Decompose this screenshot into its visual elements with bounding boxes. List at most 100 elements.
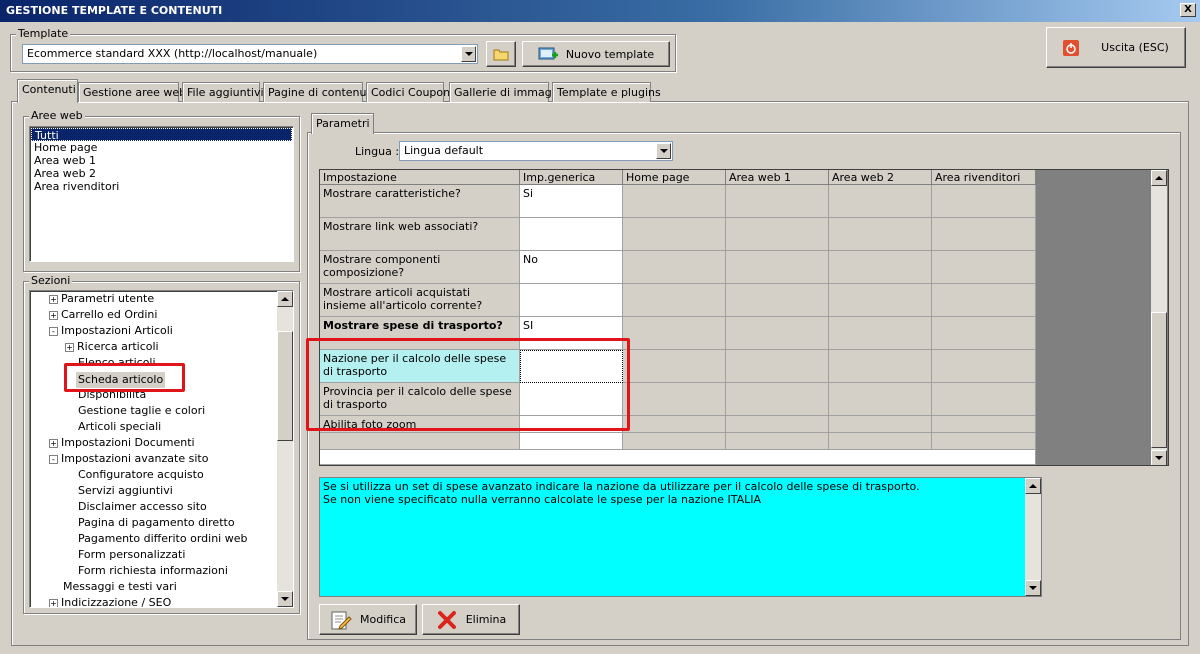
table-row-new[interactable] (320, 450, 1036, 465)
table-cell-empty[interactable] (726, 218, 829, 251)
scroll-down-arrow-icon[interactable] (1151, 450, 1167, 465)
table-cell-empty[interactable] (932, 350, 1036, 383)
tree-item-articoli-speciali[interactable]: Articoli speciali (78, 419, 161, 435)
template-select[interactable]: Ecommerce standard XXX (http://localhost… (22, 44, 478, 64)
table-cell-empty[interactable] (829, 317, 932, 350)
sezioni-tree[interactable]: + Parametri utente + Carrello ed Ordini -I… (29, 290, 294, 608)
table-cell-empty[interactable] (623, 251, 726, 284)
table-cell-empty[interactable] (726, 251, 829, 284)
expand-icon[interactable]: + (65, 342, 74, 352)
table-cell-empty[interactable] (829, 433, 932, 450)
table-cell-empty[interactable] (623, 383, 726, 416)
table-cell-empty[interactable] (829, 185, 932, 218)
table-cell-value[interactable]: Si (520, 185, 623, 218)
tab-file-aggiuntivi[interactable]: File aggiuntivi (182, 82, 264, 102)
table-cell-empty[interactable] (829, 218, 932, 251)
table-cell-empty[interactable] (932, 433, 1036, 450)
tree-item-gestione-taglie-e-colori[interactable]: Gestione taglie e colori (78, 403, 205, 419)
sezioni-scrollbar[interactable] (277, 291, 293, 607)
table-cell-empty[interactable] (932, 383, 1036, 416)
scroll-thumb[interactable] (277, 331, 293, 441)
tab-gallerie-di-immagini[interactable]: Gallerie di immagini (449, 82, 565, 102)
tree-item-ricerca-articoli[interactable]: + Ricerca articoli (65, 339, 159, 355)
description-scrollbar[interactable] (1025, 478, 1041, 596)
chevron-down-icon[interactable] (461, 46, 476, 62)
expand-icon[interactable]: + (49, 598, 58, 607)
table-cell-empty[interactable] (932, 251, 1036, 284)
table-cell-empty[interactable] (932, 416, 1036, 433)
table-cell-empty[interactable] (726, 383, 829, 416)
open-folder-button[interactable] (486, 41, 516, 67)
tree-item-disclaimer-accesso-sito[interactable]: Disclaimer accesso sito (78, 499, 207, 515)
collapse-icon[interactable]: - (49, 454, 58, 464)
tree-item-impostazioni-articoli[interactable]: - Impostazioni Articoli (49, 323, 173, 339)
tree-item-parametri-utente[interactable]: + Parametri utente (49, 291, 154, 307)
tree-item-indicizzazione-seo[interactable]: + Indicizzazione / SEO (49, 595, 171, 607)
tab-contenuti[interactable]: Contenuti (17, 79, 78, 103)
table-cell-empty[interactable] (623, 317, 726, 350)
table-cell-empty[interactable] (623, 185, 726, 218)
scroll-down-arrow-icon[interactable] (1025, 580, 1041, 596)
table-cell-value[interactable]: No (520, 251, 623, 284)
table-cell-empty[interactable] (932, 218, 1036, 251)
table-cell-empty[interactable] (623, 284, 726, 317)
table-cell-value[interactable] (520, 218, 623, 251)
table-cell-value[interactable] (520, 433, 623, 450)
new-template-button[interactable]: Nuovo template (522, 41, 670, 67)
collapse-icon[interactable]: - (49, 326, 58, 336)
table-cell-empty[interactable] (829, 251, 932, 284)
tree-item-carrello-ed-ordini[interactable]: + Carrello ed Ordini (49, 307, 157, 323)
table-cell-empty[interactable] (829, 416, 932, 433)
aree-web-item-tutti[interactable]: Tutti (31, 128, 292, 142)
tree-item-servizi-aggiuntivi[interactable]: Servizi aggiuntivi (78, 483, 173, 499)
table-cell-empty[interactable] (932, 284, 1036, 317)
tree-item-messaggi-e-testi-vari[interactable]: Messaggi e testi vari (63, 579, 177, 595)
expand-icon[interactable]: + (49, 310, 58, 320)
scroll-down-arrow-icon[interactable] (277, 591, 293, 607)
table-cell-empty[interactable] (726, 284, 829, 317)
tree-item-pagina-di-pagamento-diretto[interactable]: Pagina di pagamento diretto (78, 515, 235, 531)
close-button[interactable]: X (1180, 3, 1196, 17)
table-cell-empty[interactable] (932, 317, 1036, 350)
elimina-button[interactable]: Elimina (422, 604, 520, 635)
scroll-up-arrow-icon[interactable] (1151, 170, 1167, 186)
tree-item-form-personalizzati[interactable]: Form personalizzati (78, 547, 185, 563)
scroll-up-arrow-icon[interactable] (1025, 478, 1041, 494)
grid-scrollbar[interactable] (1151, 170, 1167, 465)
tree-item-pagamento-differito-ordini-web[interactable]: Pagamento differito ordini web (78, 531, 247, 547)
aree-web-list[interactable]: Tutti Home page Area web 1 Area web 2 Ar… (29, 126, 294, 262)
table-cell-empty[interactable] (726, 317, 829, 350)
table-cell-value[interactable] (520, 284, 623, 317)
table-cell-empty[interactable] (829, 383, 932, 416)
aree-web-item-area-web-2[interactable]: Area web 2 (31, 167, 292, 180)
modifica-button[interactable]: Modifica (319, 604, 417, 635)
chevron-down-icon[interactable] (656, 143, 671, 159)
tab-pagine-di-contenuti[interactable]: Pagine di contenuti (263, 82, 374, 102)
aree-web-item-home-page[interactable]: Home page (31, 141, 292, 154)
scroll-thumb[interactable] (1151, 312, 1167, 448)
aree-web-item-area-web-1[interactable]: Area web 1 (31, 154, 292, 167)
table-cell-empty[interactable] (726, 433, 829, 450)
tree-item-configuratore-acquisto[interactable]: Configuratore acquisto (78, 467, 204, 483)
tree-item-impostazioni-avanzate-sito[interactable]: - Impostazioni avanzate sito (49, 451, 208, 467)
expand-icon[interactable]: + (49, 294, 58, 304)
table-cell-empty[interactable] (623, 416, 726, 433)
table-cell-empty[interactable] (726, 185, 829, 218)
tab-parametri[interactable]: Parametri (311, 113, 374, 134)
table-cell-empty[interactable] (932, 185, 1036, 218)
table-cell-empty[interactable] (726, 416, 829, 433)
tree-item-form-richiesta-informazioni[interactable]: Form richiesta informazioni (78, 563, 228, 579)
table-cell-empty[interactable] (829, 350, 932, 383)
scroll-up-arrow-icon[interactable] (277, 291, 293, 307)
lingua-select[interactable]: Lingua default (399, 141, 673, 161)
expand-icon[interactable]: + (49, 438, 58, 448)
table-cell-empty[interactable] (623, 350, 726, 383)
tree-item-impostazioni-documenti[interactable]: + Impostazioni Documenti (49, 435, 195, 451)
table-cell-empty[interactable] (829, 284, 932, 317)
tab-codici-coupon[interactable]: Codici Coupon (366, 82, 450, 102)
tab-template-e-plugins[interactable]: Template e plugins (552, 82, 661, 102)
table-cell-empty[interactable] (726, 350, 829, 383)
table-cell-empty[interactable] (623, 433, 726, 450)
aree-web-item-area-rivenditori[interactable]: Area rivenditori (31, 180, 292, 193)
tab-gestione-aree-web[interactable]: Gestione aree web (78, 82, 186, 102)
